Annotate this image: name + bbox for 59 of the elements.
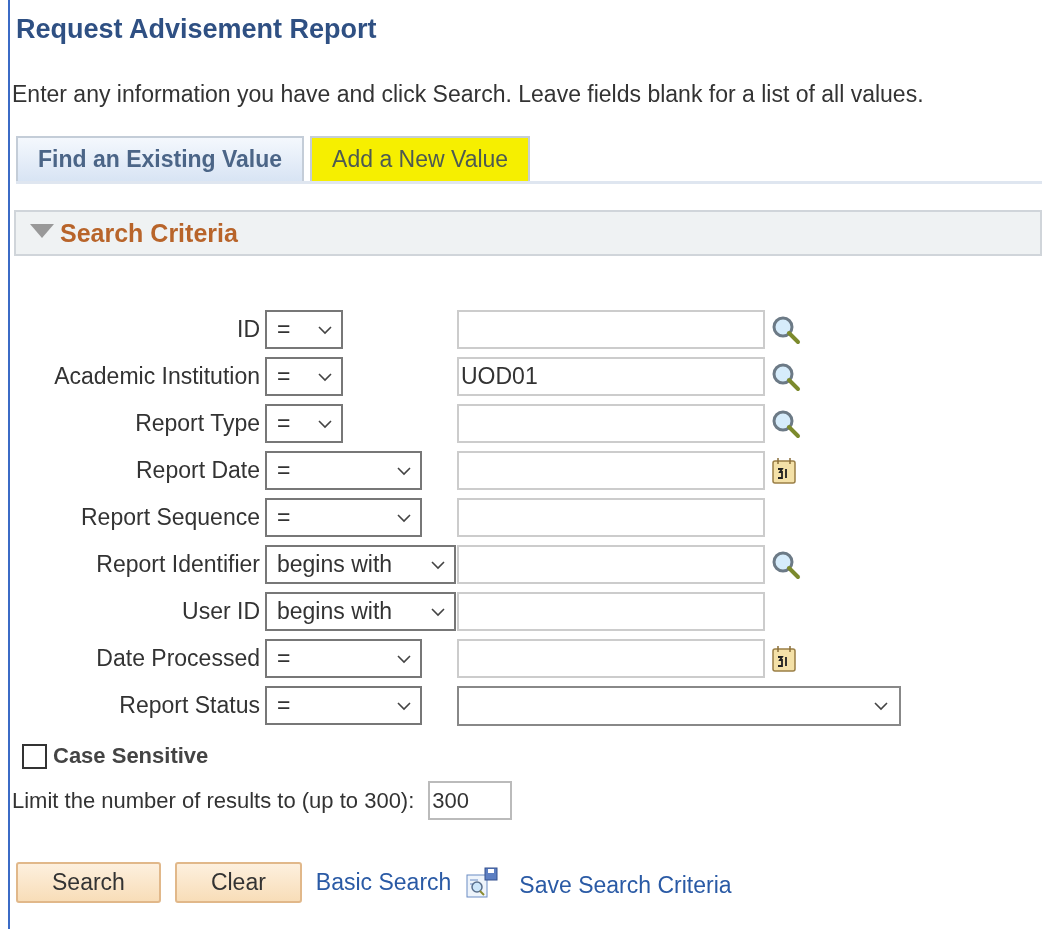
action-button[interactable]: Clear <box>174 862 302 903</box>
checkbox-label: Case Sensitive <box>53 743 209 769</box>
page-title: Request Advisement Report <box>15 13 378 46</box>
chevron-down-icon <box>430 606 446 617</box>
link[interactable]: Basic Search <box>315 869 452 896</box>
link[interactable]: Save Search Criteria <box>519 871 732 899</box>
field-label: Report Date <box>136 457 260 484</box>
dropdown[interactable] <box>457 685 901 726</box>
section-header[interactable]: Search Criteria <box>14 210 1042 256</box>
search-icon[interactable] <box>771 314 801 345</box>
instructions-text: Enter any information you have and click Search. Leave fields blank for a list of all values. <box>12 81 925 108</box>
input-field[interactable] <box>457 451 765 490</box>
field-label: Report Identifier <box>96 551 260 578</box>
field-label: User ID <box>182 598 260 625</box>
collapse-triangle-icon[interactable] <box>30 224 54 238</box>
operator-select[interactable]: = <box>265 686 422 725</box>
tab[interactable]: Find an Existing Value <box>16 136 305 181</box>
chevron-down-icon <box>396 653 412 664</box>
chevron-down-icon <box>396 512 412 523</box>
input-field[interactable] <box>457 310 765 349</box>
search-icon[interactable] <box>771 549 801 580</box>
input-field[interactable]: 300 <box>428 781 513 820</box>
field-label: Academic Institution <box>54 363 260 390</box>
calendar-icon[interactable] <box>771 644 797 673</box>
operator-select[interactable]: = <box>265 639 422 678</box>
operator-select[interactable]: = <box>265 498 422 537</box>
operator-select[interactable]: = <box>265 404 343 443</box>
input-field[interactable]: UOD01 <box>457 357 765 396</box>
operator-select[interactable]: = <box>265 357 343 396</box>
chevron-down-icon <box>430 559 446 570</box>
input-field[interactable] <box>457 639 765 678</box>
chevron-down-icon <box>873 700 889 711</box>
field-label: Report Status <box>119 692 260 719</box>
chevron-down-icon <box>317 324 333 335</box>
chevron-down-icon <box>396 465 412 476</box>
limit-label: Limit the number of results to (up to 300): <box>12 787 415 814</box>
search-icon[interactable] <box>771 361 801 392</box>
input-field[interactable] <box>457 545 765 584</box>
section-title: Search Criteria <box>60 218 238 248</box>
save-search-icon[interactable] <box>465 866 500 899</box>
chevron-down-icon <box>317 418 333 429</box>
tab[interactable]: Add a New Value <box>310 136 531 181</box>
checkbox[interactable] <box>22 743 47 769</box>
field-label: Report Type <box>135 410 260 437</box>
operator-select[interactable]: begins with <box>265 545 456 584</box>
input-field[interactable] <box>457 498 765 537</box>
chevron-down-icon <box>317 371 333 382</box>
action-button[interactable]: Search <box>16 862 161 903</box>
chevron-down-icon <box>396 700 412 711</box>
field-label: Report Sequence <box>81 504 260 531</box>
operator-select[interactable]: begins with <box>265 592 456 631</box>
search-icon[interactable] <box>771 408 801 439</box>
field-label: ID <box>237 316 260 343</box>
field-label: Date Processed <box>96 645 260 672</box>
input-field[interactable] <box>457 592 765 631</box>
operator-select[interactable]: = <box>265 310 343 349</box>
input-field[interactable] <box>457 404 765 443</box>
operator-select[interactable]: = <box>265 451 422 490</box>
calendar-icon[interactable] <box>771 456 797 485</box>
